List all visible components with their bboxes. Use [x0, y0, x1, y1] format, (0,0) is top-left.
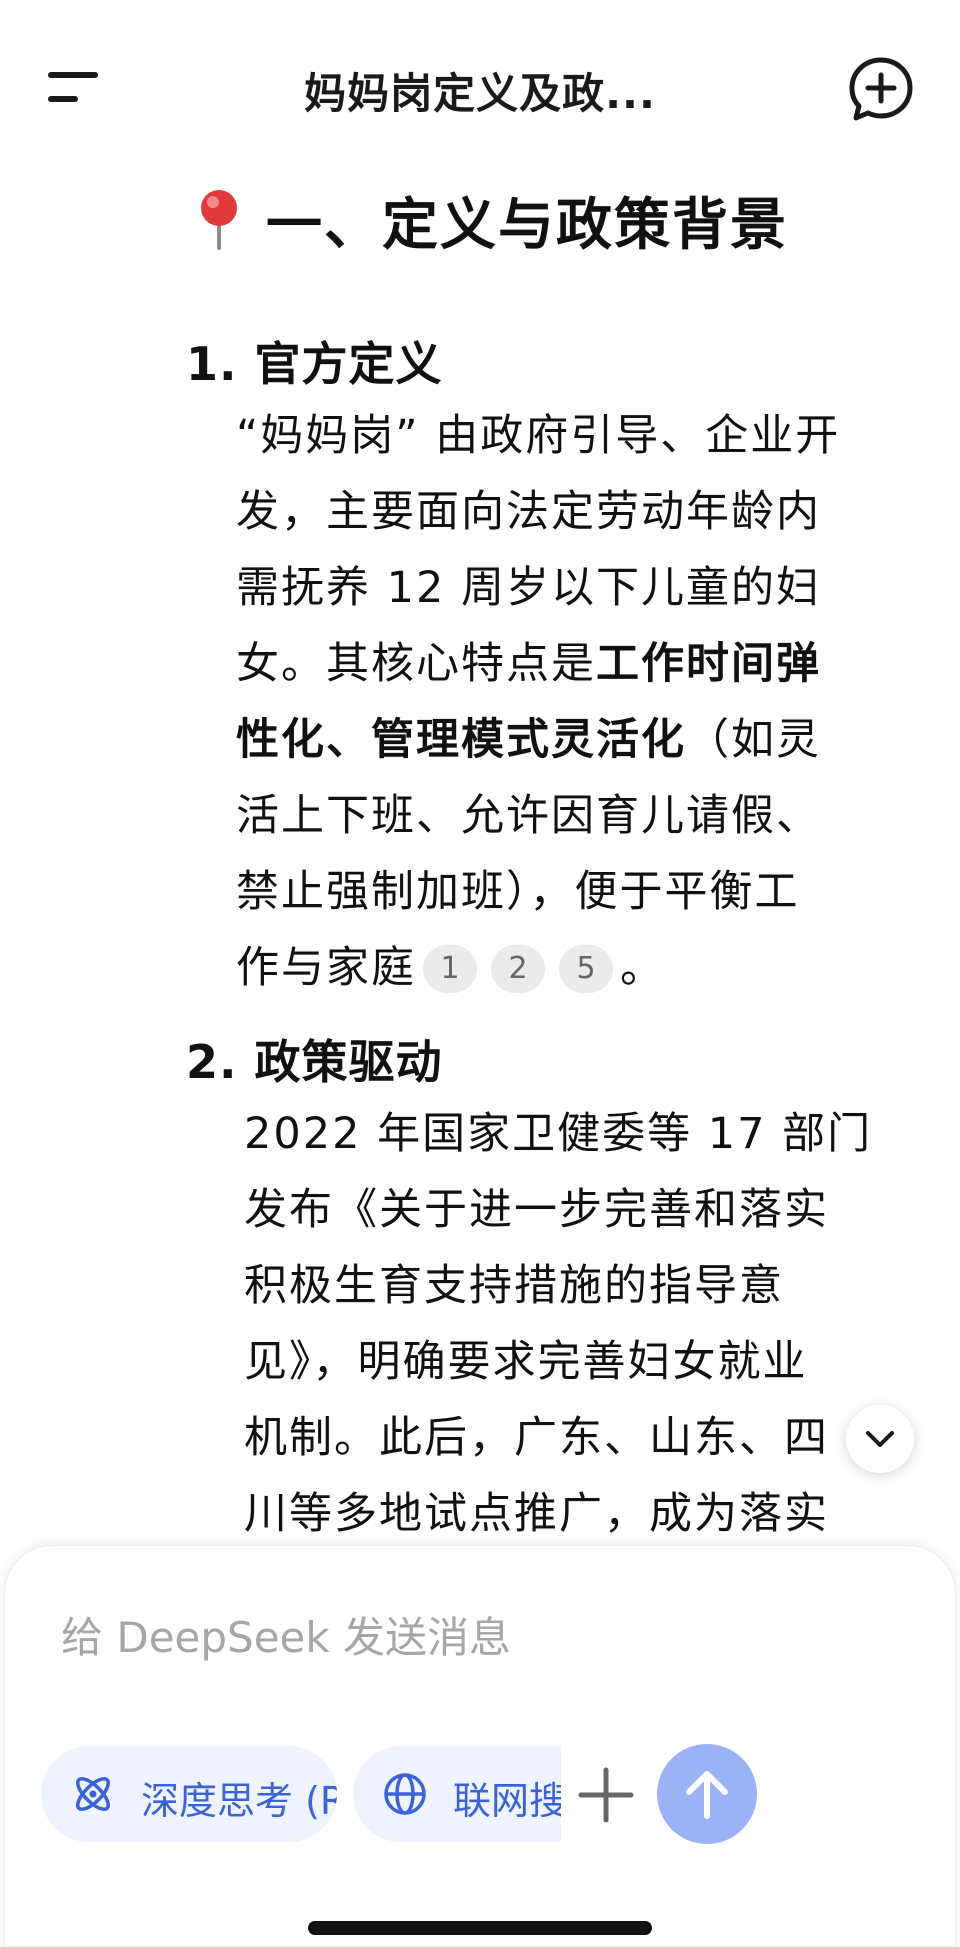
add-attachment-icon[interactable]	[571, 1760, 641, 1830]
home-indicator[interactable]	[308, 1921, 652, 1935]
conversation-title[interactable]: 妈妈岗定义及政...	[200, 60, 760, 121]
item-2-heading: 2. 政策驱动	[186, 1035, 443, 1089]
item-1-body: “妈妈岗” 由政府引导、企业开 发，主要面向法定劳动年龄内 需抚养 12 周岁以…	[236, 398, 936, 1006]
scroll-to-bottom-button[interactable]	[846, 1405, 914, 1473]
item-2-line: 川等多地试点推广，成为落实	[244, 1489, 829, 1539]
item-1-line: “妈妈岗” 由政府引导、企业开	[236, 411, 841, 461]
item-1-bold-text: 工作时间弹	[596, 639, 821, 689]
send-button[interactable]	[657, 1744, 757, 1844]
citation-badge[interactable]: 2	[491, 945, 545, 993]
deep-think-label: 深度思考 (R1)	[141, 1779, 337, 1823]
item-1-line: 作与家庭 1 2 5。	[236, 930, 936, 1006]
item-1-line: 需抚养 12 周岁以下儿童的妇	[236, 563, 822, 613]
item-1-end: 。	[620, 943, 665, 993]
item-2-line: 2022 年国家卫健委等 17 部门	[244, 1109, 873, 1159]
item-2-line: 发布《关于进一步完善和落实	[244, 1185, 829, 1235]
pushpin-icon	[196, 188, 242, 250]
item-1-text: 女。其核心特点是	[236, 639, 596, 689]
message-input[interactable]	[61, 1602, 881, 1672]
web-search-toggle[interactable]: 联网搜索	[353, 1746, 561, 1842]
item-1-heading: 1. 官方定义	[186, 337, 443, 391]
top-bar: 妈妈岗定义及政...	[0, 40, 960, 130]
arrow-up-icon	[686, 1771, 728, 1819]
item-1-line: 发，主要面向法定劳动年龄内	[236, 487, 821, 537]
item-1-text: （如灵	[686, 715, 821, 765]
item-2-line: 机制。此后，广东、山东、四	[244, 1413, 829, 1463]
chat-screen: 妈妈岗定义及政... 一、定义与政策背景 1. 官方定义 “妈妈岗” 由政府引导…	[0, 0, 960, 1947]
message-composer: 深度思考 (R1) 联网搜索	[4, 1545, 956, 1947]
web-search-label: 联网搜索	[453, 1779, 561, 1823]
section-title-text: 一、定义与政策背景	[266, 193, 788, 258]
sidebar-menu-icon[interactable]	[44, 64, 104, 108]
item-1-text: 作与家庭	[236, 943, 416, 993]
item-2-line: 积极生育支持措施的指导意	[244, 1261, 784, 1311]
chevron-down-icon	[866, 1431, 894, 1447]
item-1-line: 女。其核心特点是工作时间弹	[236, 626, 936, 702]
section-heading: 一、定义与政策背景	[196, 180, 788, 261]
item-1-bold-text: 性化、管理模式灵活化	[236, 715, 686, 765]
item-1-line: 禁止强制加班），便于平衡工	[236, 867, 800, 917]
item-1-line: 性化、管理模式灵活化（如灵	[236, 702, 936, 778]
item-2-line: 见》，明确要求完善妇女就业	[244, 1337, 808, 1387]
citation-badge[interactable]: 5	[559, 945, 613, 993]
item-2-body: 2022 年国家卫健委等 17 部门 发布《关于进一步完善和落实 积极生育支持措…	[244, 1096, 944, 1552]
item-1-line: 活上下班、允许因育儿请假、	[236, 791, 821, 841]
globe-icon	[383, 1772, 427, 1816]
citation-badge[interactable]: 1	[423, 945, 477, 993]
deep-think-toggle[interactable]: 深度思考 (R1)	[41, 1746, 337, 1842]
atom-icon	[71, 1772, 115, 1816]
new-chat-icon[interactable]	[846, 54, 916, 124]
